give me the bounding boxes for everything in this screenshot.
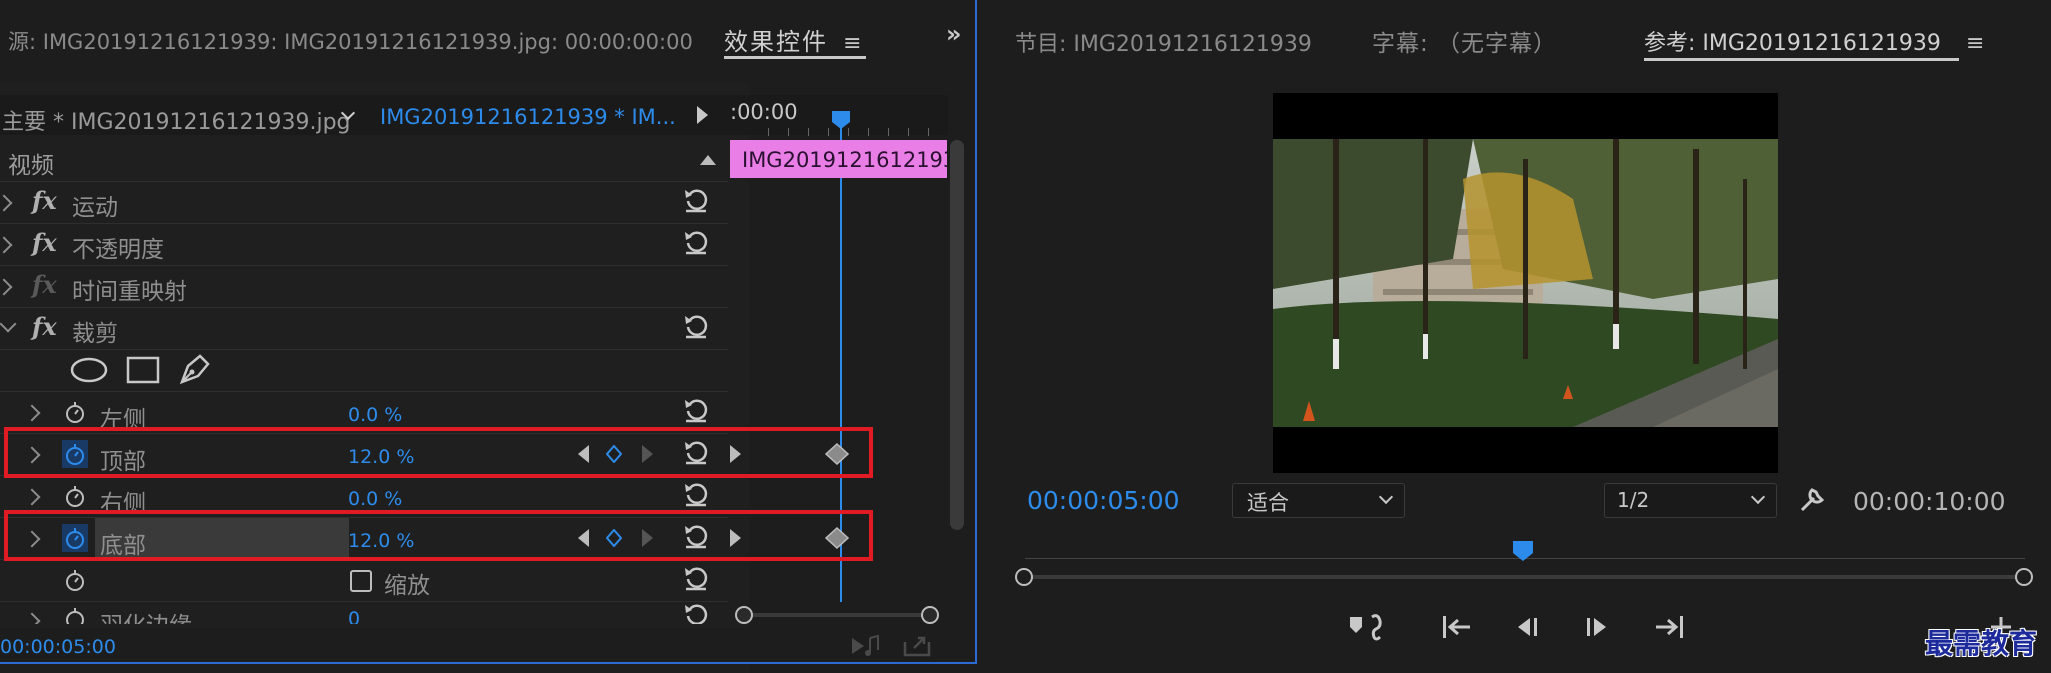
- play-only-icon[interactable]: [697, 106, 708, 124]
- fit-select-value: 适合: [1247, 491, 1289, 515]
- highlight-box-bottom: [4, 510, 873, 561]
- clip-bar-label: IMG20191216121939: [742, 148, 947, 172]
- fit-select[interactable]: 适合: [1232, 483, 1405, 518]
- expand-chevron-icon[interactable]: [0, 236, 13, 254]
- scrubber-end-handle[interactable]: [2015, 568, 2033, 586]
- add-marker-icon[interactable]: [1346, 611, 1390, 643]
- param-row-zoom[interactable]: 缩放: [0, 560, 728, 602]
- reset-icon[interactable]: [683, 602, 709, 624]
- vertical-scrollbar[interactable]: [950, 140, 964, 530]
- ellipse-mask-icon[interactable]: [70, 356, 108, 384]
- video-preview[interactable]: [1273, 93, 1778, 473]
- effect-label-time-remap: 时间重映射: [72, 279, 187, 305]
- scrubber-track: [1025, 575, 2025, 579]
- param-label-zoom: 缩放: [384, 573, 430, 599]
- footer-timecode[interactable]: 00:00:05:00: [0, 636, 116, 658]
- active-panel-border-bottom: [0, 662, 977, 664]
- step-back-icon[interactable]: [1512, 612, 1542, 642]
- expand-chevron-icon[interactable]: [0, 194, 13, 212]
- chevron-down-icon: [1750, 489, 1766, 505]
- reference-tab-underline: [1644, 58, 1959, 61]
- effect-controls-tab[interactable]: 效果控件 ≡: [724, 22, 862, 57]
- stopwatch-icon[interactable]: [64, 400, 86, 424]
- param-label-feather: 羽化边缘: [100, 606, 192, 624]
- param-value-feather[interactable]: 0: [348, 608, 360, 624]
- stopwatch-icon[interactable]: [64, 484, 86, 508]
- collapse-chevron-icon[interactable]: [0, 315, 17, 333]
- effect-label-opacity: 不透明度: [72, 237, 164, 263]
- video-frame-image: [1273, 139, 1778, 427]
- export-icon[interactable]: [902, 632, 932, 658]
- mask-tools-row: [0, 350, 728, 392]
- panel-menu-icon[interactable]: ≡: [843, 31, 861, 56]
- active-panel-border: [975, 0, 977, 664]
- left-panel-footer: [0, 628, 976, 664]
- expand-chevron-icon[interactable]: [0, 278, 13, 296]
- resolution-select[interactable]: 1/2: [1604, 483, 1777, 518]
- tab-program[interactable]: 节目: IMG20191216121939: [1015, 26, 1312, 58]
- param-value-right[interactable]: 0.0 %: [348, 488, 402, 510]
- effect-controls-tab-label: 效果控件: [724, 28, 828, 56]
- param-row-feather[interactable]: 羽化边缘 0: [0, 602, 728, 624]
- watermark-text: 最需教育: [1925, 627, 2038, 660]
- expand-chevron-icon[interactable]: [23, 404, 41, 422]
- scroll-handle-left[interactable]: [735, 606, 753, 624]
- fx-icon: fx: [32, 270, 57, 299]
- play-audio-icon[interactable]: [850, 634, 882, 658]
- scrubber-playhead[interactable]: [1512, 540, 1534, 566]
- go-to-out-icon[interactable]: [1652, 612, 1686, 642]
- duration-timecode: 00:00:10:00: [1853, 487, 2006, 516]
- scrubber-start-handle[interactable]: [1015, 568, 1033, 586]
- timeline-zoom-scrollbar[interactable]: [735, 605, 940, 625]
- resolution-select-value: 1/2: [1617, 488, 1650, 512]
- reset-icon[interactable]: [683, 397, 709, 423]
- expand-chevron-icon[interactable]: [23, 488, 41, 506]
- reset-icon[interactable]: [683, 481, 709, 507]
- overflow-chevron-icon[interactable]: »: [946, 20, 962, 48]
- effect-row-crop[interactable]: fx 裁剪: [0, 308, 728, 350]
- tab-reference[interactable]: 参考: IMG20191216121939 ≡: [1644, 25, 1984, 57]
- scroll-handle-right[interactable]: [921, 606, 939, 624]
- reset-icon[interactable]: [683, 313, 709, 339]
- sequence-clip-label[interactable]: IMG20191216121939 * IM...: [380, 105, 676, 129]
- effect-label-crop: 裁剪: [72, 321, 118, 347]
- expand-chevron-icon[interactable]: [23, 612, 41, 624]
- panel-menu-icon[interactable]: ≡: [1966, 31, 1984, 56]
- tab-captions[interactable]: 字幕: （无字幕）: [1372, 24, 1557, 58]
- reset-icon[interactable]: [683, 187, 709, 213]
- video-section-label: 视频: [8, 153, 54, 179]
- wrench-icon[interactable]: [1798, 484, 1828, 514]
- effect-label-motion: 运动: [72, 195, 118, 221]
- effect-row-time-remap[interactable]: fx 时间重映射: [0, 266, 728, 308]
- video-section-row: 视频: [0, 140, 728, 182]
- rectangle-mask-icon[interactable]: [126, 356, 160, 384]
- reset-icon[interactable]: [683, 229, 709, 255]
- stopwatch-icon[interactable]: [64, 606, 86, 624]
- master-clip-label[interactable]: 主要 * IMG20191216121939.jpg: [2, 104, 351, 136]
- timeline-start-time: :00:00: [730, 100, 798, 124]
- zoom-checkbox[interactable]: [350, 570, 372, 592]
- pen-mask-icon[interactable]: [178, 352, 212, 386]
- current-timecode[interactable]: 00:00:05:00: [1027, 486, 1180, 515]
- effect-tab-underline: [724, 56, 866, 59]
- highlight-box-top: [4, 427, 873, 478]
- reset-icon[interactable]: [683, 565, 709, 591]
- chevron-down-icon: [1378, 489, 1394, 505]
- go-to-in-icon[interactable]: [1440, 612, 1474, 642]
- step-forward-icon[interactable]: [1582, 612, 1612, 642]
- timeline-clip-bar[interactable]: IMG20191216121939: [730, 140, 947, 178]
- fx-icon[interactable]: fx: [32, 228, 57, 257]
- source-tab[interactable]: 源: IMG20191216121939: IMG20191216121939.…: [8, 26, 693, 56]
- stopwatch-icon[interactable]: [64, 568, 86, 592]
- param-value-left[interactable]: 0.0 %: [348, 404, 402, 426]
- scroll-track: [745, 613, 931, 617]
- fx-icon[interactable]: fx: [32, 186, 57, 215]
- fx-icon[interactable]: fx: [32, 312, 57, 341]
- effect-row-opacity[interactable]: fx 不透明度: [0, 224, 728, 266]
- scrubber[interactable]: [1015, 538, 2035, 588]
- effect-row-motion[interactable]: fx 运动: [0, 182, 728, 224]
- tab-reference-label: 参考: IMG20191216121939: [1644, 31, 1941, 56]
- collapse-up-icon[interactable]: [700, 155, 716, 165]
